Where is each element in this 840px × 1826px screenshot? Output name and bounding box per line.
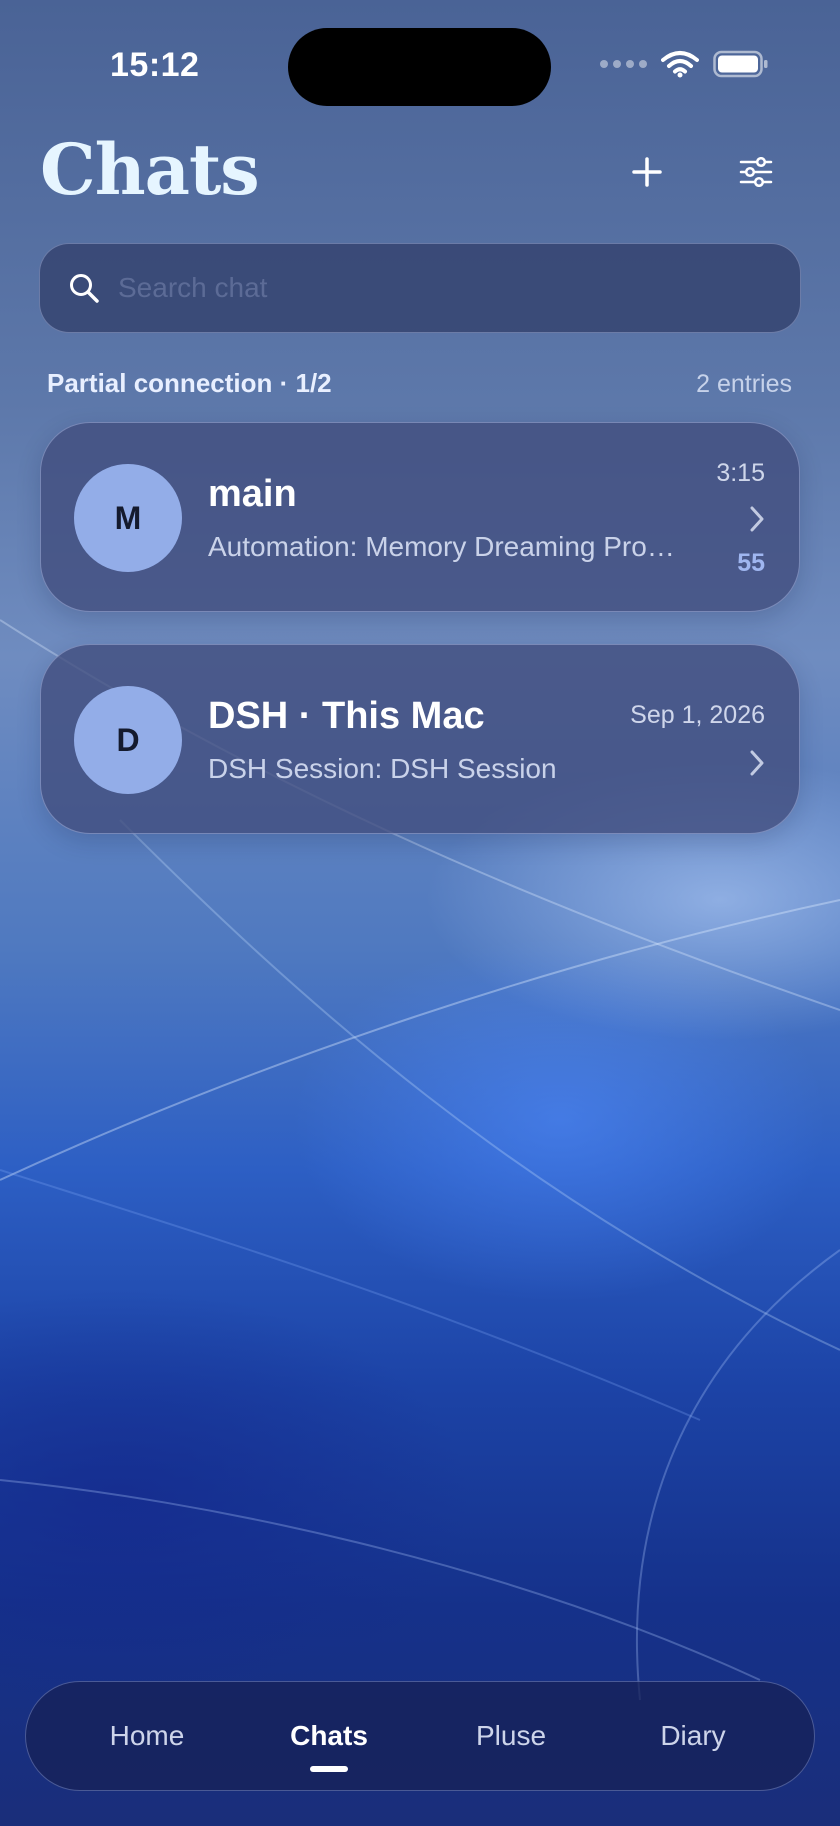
dynamic-island [288, 28, 551, 106]
chat-item-dsh[interactable]: D DSH · This Mac DSH Session: DSH Sessio… [40, 644, 800, 834]
avatar: D [74, 686, 182, 794]
tab-label: Home [109, 1720, 185, 1751]
active-tab-indicator [310, 1766, 348, 1772]
chevron-right-icon [750, 750, 764, 776]
connection-status: Partial connection · 1/2 [47, 368, 332, 398]
chat-item-main[interactable]: M main Automation: Memory Dreaming Promo… [40, 422, 800, 612]
wifi-icon [661, 51, 699, 78]
cellular-signal-icon [600, 60, 647, 68]
tab-diary[interactable]: Diary [618, 1720, 768, 1752]
unread-count-badge: 55 [737, 549, 765, 577]
plus-icon [632, 157, 662, 187]
chat-time: Sep 1, 2026 [630, 701, 765, 729]
chevron-right-icon [750, 506, 764, 532]
filter-sliders-icon [739, 157, 773, 187]
page-title: Chats [40, 128, 260, 211]
chat-name: DSH · This Mac [208, 695, 485, 737]
entries-count: 2 entries [696, 370, 792, 398]
avatar: M [74, 464, 182, 572]
tab-home[interactable]: Home [72, 1720, 222, 1752]
search-input[interactable] [118, 258, 800, 318]
search-icon [70, 274, 99, 303]
status-bar-icons [600, 50, 769, 78]
tab-label: Pluse [475, 1720, 547, 1751]
tab-pluse[interactable]: Pluse [436, 1720, 586, 1752]
chat-name: main [208, 473, 297, 515]
tab-label: Diary [660, 1720, 726, 1751]
search-bar[interactable] [39, 243, 801, 333]
battery-icon [713, 50, 768, 78]
tab-bar: Home Chats Pluse Diary [25, 1681, 815, 1791]
tab-label: Chats [290, 1720, 368, 1751]
tab-chats[interactable]: Chats [254, 1720, 404, 1772]
filter-button[interactable] [730, 146, 782, 198]
new-chat-button[interactable] [621, 146, 673, 198]
status-bar-time: 15:12 [110, 46, 200, 84]
chat-preview: DSH Session: DSH Session [208, 753, 557, 784]
chat-preview: Automation: Memory Dreaming Promotion [208, 531, 698, 562]
chat-time: 3:15 [716, 459, 765, 487]
